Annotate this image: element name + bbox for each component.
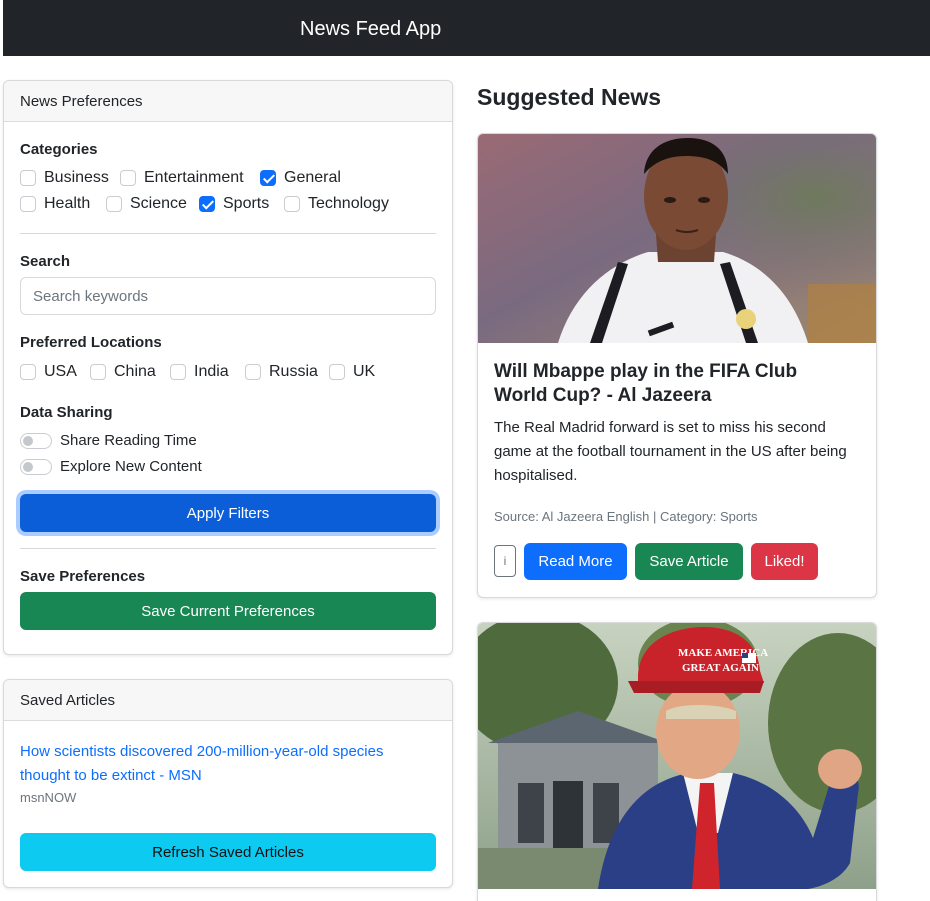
checkbox-box[interactable]: [20, 196, 36, 212]
apply-filters-button[interactable]: Apply Filters: [20, 494, 436, 532]
app-brand[interactable]: News Feed App: [300, 16, 441, 42]
explore-new-content-toggle[interactable]: Explore New Content: [20, 458, 202, 476]
saved-articles-header: Saved Articles: [4, 680, 452, 721]
preferences-header: News Preferences: [4, 81, 452, 122]
location-label: Russia: [269, 363, 318, 380]
article-title[interactable]: Will Mbappe play in the FIFA Club World …: [494, 360, 854, 408]
divider: [20, 548, 436, 549]
category-technology-checkbox[interactable]: Technology: [284, 195, 389, 213]
category-label: General: [284, 169, 341, 186]
toggle-switch[interactable]: [20, 433, 52, 449]
checkbox-box[interactable]: [260, 170, 276, 186]
checkbox-box[interactable]: [120, 170, 136, 186]
location-china-checkbox[interactable]: China: [90, 363, 156, 381]
category-general-checkbox[interactable]: General: [260, 169, 341, 187]
article-photo-politician: MAKE AMERICA GREAT AGAIN: [478, 623, 876, 889]
checkbox-box[interactable]: [284, 196, 300, 212]
toggle-label: Share Reading Time: [60, 432, 197, 449]
locations-label: Preferred Locations: [20, 334, 162, 351]
checkbox-box[interactable]: [170, 364, 186, 380]
checkbox-box[interactable]: [90, 364, 106, 380]
category-business-checkbox[interactable]: Business: [20, 169, 109, 187]
navbar: News Feed App: [3, 0, 930, 56]
category-label: Health: [44, 195, 91, 212]
category-sports-checkbox[interactable]: Sports: [199, 195, 269, 213]
cap-text-bottom: GREAT AGAIN: [682, 662, 759, 674]
search-label: Search: [20, 253, 71, 270]
save-preferences-label: Save Preferences: [20, 568, 146, 585]
article-image[interactable]: MAKE AMERICA GREAT AGAIN: [478, 623, 876, 889]
location-label: UK: [353, 363, 376, 380]
save-current-preferences-button[interactable]: Save Current Preferences: [20, 592, 436, 630]
article-image[interactable]: [478, 134, 876, 343]
save-article-button[interactable]: Save Article: [635, 543, 743, 580]
suggested-news-heading: Suggested News: [477, 84, 662, 110]
liked-button[interactable]: Liked!: [751, 543, 818, 580]
checkbox-box[interactable]: [329, 364, 345, 380]
saved-article-link[interactable]: How scientists discovered 200-million-ye…: [20, 740, 430, 788]
article-photo-player: [478, 134, 876, 343]
checkbox-box[interactable]: [20, 364, 36, 380]
category-label: Business: [44, 169, 109, 186]
article-meta: Source: Al Jazeera English | Category: S…: [494, 509, 758, 524]
location-label: USA: [44, 363, 77, 380]
toggle-switch[interactable]: [20, 459, 52, 475]
location-usa-checkbox[interactable]: USA: [20, 363, 77, 381]
category-entertainment-checkbox[interactable]: Entertainment: [120, 169, 244, 187]
saved-articles-card: Saved Articles How scientists discovered…: [3, 679, 453, 888]
search-input[interactable]: [20, 277, 436, 315]
checkbox-box[interactable]: [199, 196, 215, 212]
location-label: China: [114, 363, 156, 380]
category-label: Technology: [308, 195, 389, 212]
location-india-checkbox[interactable]: India: [170, 363, 229, 381]
category-label: Science: [130, 195, 187, 212]
category-label: Entertainment: [144, 169, 244, 186]
checkbox-box[interactable]: [106, 196, 122, 212]
data-sharing-label: Data Sharing: [20, 404, 113, 421]
toggle-label: Explore New Content: [60, 458, 202, 475]
news-card: MAKE AMERICA GREAT AGAIN: [477, 622, 877, 901]
location-uk-checkbox[interactable]: UK: [329, 363, 375, 381]
news-card: Will Mbappe play in the FIFA Club World …: [477, 133, 877, 598]
news-preferences-card: News Preferences Categories Business Ent…: [3, 80, 453, 655]
categories-label: Categories: [20, 141, 98, 158]
share-reading-time-toggle[interactable]: Share Reading Time: [20, 432, 197, 450]
category-health-checkbox[interactable]: Health: [20, 195, 90, 213]
divider: [20, 233, 436, 234]
saved-article-source: msnNOW: [20, 790, 77, 805]
category-science-checkbox[interactable]: Science: [106, 195, 187, 213]
location-label: India: [194, 363, 229, 380]
refresh-saved-articles-button[interactable]: Refresh Saved Articles: [20, 833, 436, 871]
location-russia-checkbox[interactable]: Russia: [245, 363, 318, 381]
category-label: Sports: [223, 195, 270, 212]
article-description: The Real Madrid forward is set to miss h…: [494, 419, 847, 484]
checkbox-box[interactable]: [245, 364, 261, 380]
read-more-button[interactable]: Read More: [524, 543, 627, 580]
info-button[interactable]: i: [494, 545, 516, 577]
checkbox-box[interactable]: [20, 170, 36, 186]
